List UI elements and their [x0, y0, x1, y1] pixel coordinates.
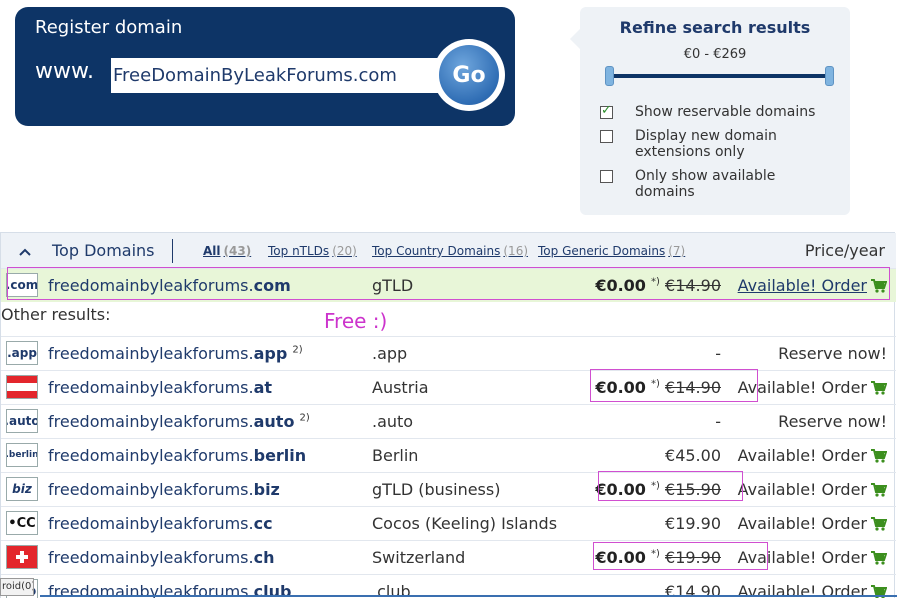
filter-all[interactable]: All (43)	[203, 244, 251, 258]
results-table: Top Domains All (43) Top nTLDs (20) Top Co…	[0, 232, 896, 598]
register-domain-panel: Register domain www. FreeDomainByLeakFor…	[15, 7, 515, 126]
biz-logo-icon: biz	[6, 477, 38, 501]
cart-icon	[871, 550, 887, 565]
price: €0.00 *) €14.90	[595, 378, 721, 397]
austria-flag-icon	[6, 375, 38, 399]
domain-name[interactable]: freedomainbyleakforums.biz	[48, 480, 280, 499]
option-show-reservable[interactable]: Show reservable domains	[600, 103, 825, 120]
domain-name[interactable]: freedomainbyleakforums.ch	[48, 548, 274, 567]
price-slider-max-handle[interactable]	[825, 66, 834, 86]
domain-name[interactable]: freedomainbyleakforums.at	[48, 378, 272, 397]
table-row: .com freedomainbyleakforums.com gTLD €0.…	[1, 268, 896, 302]
domain-type: .auto	[372, 412, 414, 431]
register-title: Register domain	[35, 17, 183, 38]
free-annotation: Free :)	[324, 309, 388, 333]
checkbox-new-extensions[interactable]	[600, 130, 613, 143]
price: €0.00 *) €15.90	[595, 480, 721, 499]
chevron-up-icon[interactable]	[19, 246, 31, 258]
price-slider-track[interactable]	[610, 74, 830, 78]
domain-type: Cocos (Keeling) Islands	[372, 514, 558, 533]
domain-name[interactable]: freedomainbyleakforums.auto 2)	[48, 412, 310, 431]
order-link[interactable]: Available! Order	[738, 548, 887, 567]
domain-type: Austria	[372, 378, 429, 397]
go-button[interactable]: Go	[433, 39, 505, 111]
domain-name[interactable]: freedomainbyleakforums.app 2)	[48, 344, 303, 363]
cart-icon	[871, 278, 887, 293]
option-label: Only show available domains	[635, 168, 776, 200]
order-link[interactable]: Available! Order	[738, 276, 887, 295]
status-chip: roid(0)	[0, 578, 34, 596]
results-header: Top Domains All (43) Top nTLDs (20) Top Co…	[1, 233, 896, 268]
price: €19.90	[665, 514, 721, 533]
cart-icon	[871, 380, 887, 395]
header-divider	[172, 239, 173, 263]
refine-search-panel: Refine search results €0 - €269 Show res…	[570, 7, 850, 215]
switzerland-flag-icon	[6, 545, 38, 569]
domain-name[interactable]: freedomainbyleakforums.berlin	[48, 446, 306, 465]
cart-icon	[871, 516, 887, 531]
table-row: .auto freedomainbyleakforums.auto 2) .au…	[1, 404, 896, 438]
filter-top-ntlds[interactable]: Top nTLDs (20)	[268, 244, 357, 258]
cc-logo-icon: •CC	[6, 511, 38, 535]
domain-input[interactable]: FreeDomainByLeakForums.com	[111, 58, 441, 93]
go-button-label: Go	[439, 45, 499, 105]
domain-type: gTLD (business)	[372, 480, 501, 499]
bottom-divider	[40, 595, 897, 597]
price: -	[715, 344, 721, 363]
order-link[interactable]: Available! Order	[738, 446, 887, 465]
domain-type: Switzerland	[372, 548, 466, 567]
option-only-available[interactable]: Only show available domains	[600, 168, 825, 200]
price-slider-min-handle[interactable]	[605, 66, 614, 86]
order-link[interactable]: Available! Order	[738, 378, 887, 397]
www-prefix: www.	[35, 59, 94, 84]
app-logo-icon: .app	[6, 341, 38, 365]
domain-type: Berlin	[372, 446, 419, 465]
com-logo-icon: .com	[6, 273, 38, 297]
checkbox-show-reservable[interactable]	[600, 103, 613, 119]
table-row: .berlin freedomainbyleakforums.berlin Be…	[1, 438, 896, 472]
order-link[interactable]: Available! Order	[738, 514, 887, 533]
domain-type: .app	[372, 344, 408, 363]
table-row: biz freedomainbyleakforums.biz gTLD (bus…	[1, 472, 896, 506]
domain-name[interactable]: freedomainbyleakforums.com	[48, 276, 291, 295]
reserve-link[interactable]: Reserve now!	[778, 412, 887, 431]
filter-top-generic[interactable]: Top Generic Domains (7)	[538, 244, 685, 258]
domain-name[interactable]: freedomainbyleakforums.cc	[48, 514, 273, 533]
section-title: Top Domains	[52, 241, 155, 260]
checkbox-only-available[interactable]	[600, 170, 613, 183]
cart-icon	[871, 482, 887, 497]
berlin-logo-icon: .berlin	[6, 443, 38, 467]
filter-top-country[interactable]: Top Country Domains (16)	[372, 244, 528, 258]
other-results-label: Other results:	[1, 305, 111, 324]
option-label: Display new domain extensions only	[635, 128, 777, 160]
domain-type: gTLD	[372, 276, 414, 295]
reserve-link[interactable]: Reserve now!	[778, 344, 887, 363]
table-row: freedomainbyleakforums.at Austria €0.00 …	[1, 370, 896, 404]
price: €45.00	[665, 446, 721, 465]
table-row: freedomainbyleakforums.ch Switzerland €0…	[1, 540, 896, 574]
price: €0.00 *) €14.90	[595, 276, 721, 295]
swiss-cross-icon	[16, 551, 28, 563]
table-row: .app freedomainbyleakforums.app 2) .app …	[1, 336, 896, 370]
price-year-header: Price/year	[804, 241, 885, 260]
price: €0.00 *) €19.90	[595, 548, 721, 567]
option-label: Show reservable domains	[635, 104, 816, 120]
table-row: •CC freedomainbyleakforums.cc Cocos (Kee…	[1, 506, 896, 540]
cart-icon	[871, 448, 887, 463]
order-link[interactable]: Available! Order	[738, 480, 887, 499]
auto-logo-icon: .auto	[6, 409, 38, 433]
price: -	[715, 412, 721, 431]
price-range-label: €0 - €269	[683, 47, 747, 62]
option-new-extensions[interactable]: Display new domain extensions only	[600, 128, 825, 160]
refine-title: Refine search results	[619, 18, 811, 37]
